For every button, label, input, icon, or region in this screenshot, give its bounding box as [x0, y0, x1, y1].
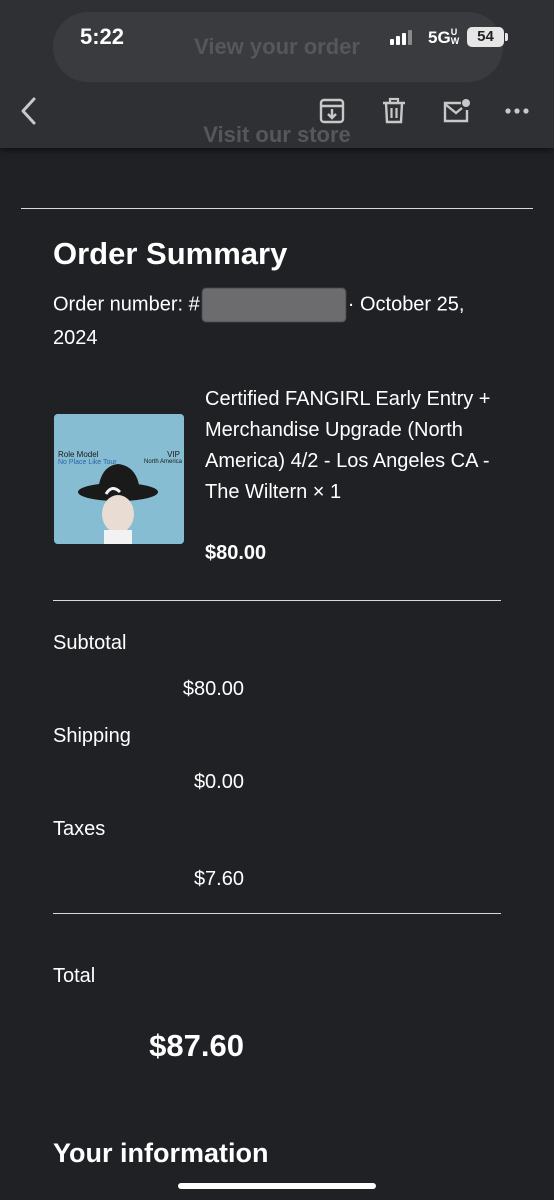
home-indicator[interactable] — [178, 1183, 376, 1189]
top-divider — [21, 208, 533, 209]
network-uw-label: UW — [450, 27, 460, 46]
taxes-value: $7.60 — [193, 868, 244, 890]
shipping-label: Shipping — [53, 725, 131, 747]
battery-icon: 54 — [467, 27, 508, 47]
product-thumbnail[interactable]: Role Model No Place Like Tour VIP North … — [54, 414, 184, 544]
battery-level: 54 — [477, 28, 494, 45]
back-arrow-icon[interactable] — [10, 92, 48, 130]
top-app-bar: View your order Visit our store 5:22 5GU… — [0, 0, 554, 148]
cell-signal-icon — [390, 30, 412, 45]
subtotal-label: Subtotal — [53, 632, 127, 654]
shipping-value: $0.00 — [193, 771, 244, 793]
subtotal-value: $80.00 — [182, 678, 244, 700]
network-label: 5G — [428, 28, 451, 47]
product-title[interactable]: Certified FANGIRL Early Entry + Merchand… — [205, 384, 505, 508]
total-value: $87.60 — [149, 1028, 244, 1063]
taxes-label: Taxes — [53, 818, 106, 840]
network-type: 5GUW — [428, 28, 459, 48]
redacted-order-number — [201, 288, 346, 322]
product-price: $80.00 — [205, 542, 267, 564]
divider — [53, 913, 501, 914]
divider — [53, 600, 501, 601]
your-information-heading: Your information — [53, 1138, 269, 1168]
order-number-line: Order number: # · October 25, 2024 — [53, 288, 503, 354]
thumb-vip: VIP — [167, 450, 180, 459]
order-summary-heading: Order Summary — [53, 236, 288, 271]
thumb-region: North America — [143, 459, 182, 465]
trash-icon[interactable] — [375, 92, 413, 130]
more-icon[interactable] — [498, 92, 536, 130]
thumb-title: Role Model — [58, 450, 99, 459]
total-label: Total — [53, 965, 96, 987]
order-number-prefix: Order number: # — [53, 293, 200, 316]
status-time: 5:22 — [80, 24, 125, 49]
archive-icon[interactable] — [313, 92, 351, 130]
mark-unread-icon[interactable] — [437, 92, 475, 130]
thumb-subtitle: No Place Like Tour — [58, 459, 117, 466]
